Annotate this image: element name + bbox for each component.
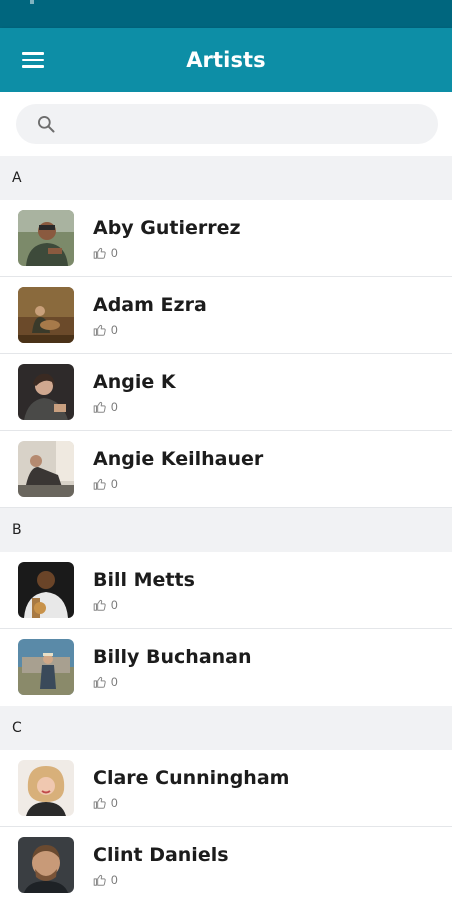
search-box[interactable] [16,104,438,144]
avatar [18,287,74,343]
thumbs-up-icon[interactable] [93,598,107,612]
like-count-group: 0 [93,476,118,492]
artist-name: Billy Buchanan [93,646,252,668]
status-indicator-icon [30,0,34,4]
artist-name: Adam Ezra [93,294,207,316]
avatar [18,364,74,420]
thumbs-up-icon[interactable] [93,323,107,337]
like-count: 0 [111,796,118,810]
list-item-adam-ezra[interactable]: Adam Ezra 0 [0,277,452,354]
section-header-b: B [0,508,452,552]
artist-name: Clint Daniels [93,844,229,866]
list-item-bill-metts[interactable]: Bill Metts 0 [0,552,452,629]
list-item-billy-buchanan[interactable]: Billy Buchanan 0 [0,629,452,706]
artist-name: Bill Metts [93,569,195,591]
search-bar [0,92,452,156]
list-item-clare-cunningham[interactable]: Clare Cunningham 0 [0,750,452,827]
like-count: 0 [111,477,118,491]
like-count-group: 0 [93,399,118,415]
like-count: 0 [111,873,118,887]
list-item-angie-k[interactable]: Angie K 0 [0,354,452,431]
like-count: 0 [111,675,118,689]
like-count-group: 0 [93,795,118,811]
avatar [18,562,74,618]
artist-name: Clare Cunningham [93,767,290,789]
section-header-c: C [0,706,452,750]
thumbs-up-icon[interactable] [93,796,107,810]
like-count-group: 0 [93,245,118,261]
avatar [18,441,74,497]
page-title: Artists [186,48,266,72]
like-count: 0 [111,323,118,337]
avatar [18,760,74,816]
avatar [18,639,74,695]
like-count-group: 0 [93,597,118,613]
thumbs-up-icon[interactable] [93,246,107,260]
like-count-group: 0 [93,322,118,338]
search-input[interactable] [68,104,428,144]
like-count: 0 [111,598,118,612]
list-item-angie-keilhauer[interactable]: Angie Keilhauer 0 [0,431,452,508]
thumbs-up-icon[interactable] [93,400,107,414]
like-count-group: 0 [93,674,118,690]
app-bar: Artists [0,28,452,92]
list-item-aby-gutierrez[interactable]: Aby Gutierrez 0 [0,200,452,277]
list-item-clint-daniels[interactable]: Clint Daniels 0 [0,827,452,900]
avatar [18,210,74,266]
thumbs-up-icon[interactable] [93,873,107,887]
artist-name: Angie K [93,371,176,393]
artist-name: Angie Keilhauer [93,448,264,470]
thumbs-up-icon[interactable] [93,675,107,689]
section-header-a: A [0,156,452,200]
thumbs-up-icon[interactable] [93,477,107,491]
like-count-group: 0 [93,872,118,888]
artist-name: Aby Gutierrez [93,217,241,239]
avatar [18,837,74,893]
like-count: 0 [111,246,118,260]
search-icon [38,116,55,133]
like-count: 0 [111,400,118,414]
status-bar [0,0,452,28]
artist-list: A Aby Gutierrez 0 Adam Ezra 0 Angie K 0 [0,156,452,900]
